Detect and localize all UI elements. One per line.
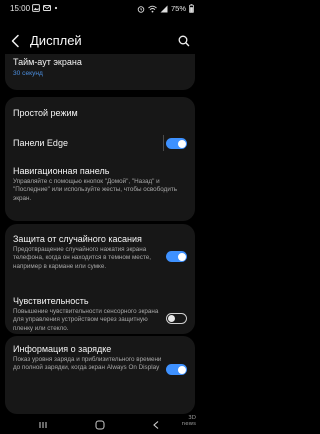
gallery-icon [32, 4, 40, 12]
navigation-bar-title: Навигационная панель [13, 166, 110, 176]
home-icon [95, 420, 105, 430]
navigation-bar-desc: Управляйте с помощью кнопок "Домой", "На… [13, 178, 178, 202]
back-nav-icon [153, 421, 159, 429]
screen-timeout-title: Тайм-аут экрана [13, 57, 82, 67]
status-right: 75% [137, 4, 194, 13]
back-button[interactable] [8, 32, 24, 50]
toggle-knob [177, 139, 186, 148]
accidental-touch-item[interactable]: Защита от случайного касания Предотвраще… [5, 224, 195, 284]
touch-sensitivity-title: Чувствительность [13, 296, 89, 306]
battery-icon [189, 4, 194, 13]
wifi-icon [148, 5, 157, 12]
alarm-icon [137, 5, 145, 13]
charging-info-desc: Показ уровня заряда и приблизительного в… [13, 356, 162, 372]
touch-sensitivity-toggle[interactable] [166, 313, 187, 324]
edge-panels-toggle[interactable] [166, 138, 187, 149]
touch-sensitivity-desc: Повышение чувствительности сенсорного эк… [13, 308, 159, 332]
watermark-line2: news [181, 421, 196, 427]
accidental-touch-desc: Предотвращение случайного нажатия экрана… [13, 246, 152, 270]
page-title: Дисплей [30, 33, 82, 48]
charging-info-item[interactable]: Информация о зарядке Показ уровня заряда… [5, 336, 195, 414]
search-icon [178, 35, 190, 47]
system-nav-bar [0, 414, 200, 434]
screen-timeout-value: 30 секунд [13, 70, 43, 77]
recents-button[interactable] [37, 418, 49, 430]
mail-icon [43, 5, 51, 11]
accidental-touch-toggle[interactable] [166, 251, 187, 262]
screen-timeout-item[interactable]: Тайм-аут экрана 30 секунд [5, 54, 195, 90]
settings-card-timeout: Тайм-аут экрана 30 секунд [5, 54, 195, 90]
watermark: 3D news [182, 415, 196, 427]
navigation-bar-item[interactable]: Навигационная панель Управляйте с помощь… [5, 160, 195, 221]
recents-icon [39, 422, 47, 428]
status-time: 15:00 [10, 4, 31, 13]
charging-info-toggle[interactable] [166, 364, 187, 375]
chevron-left-icon [11, 34, 19, 48]
touch-sensitivity-item[interactable]: Чувствительность Повышение чувствительно… [5, 284, 195, 334]
settings-card-modes: Простой режим Панели Edge Навигационная … [5, 97, 195, 221]
battery-percent: 75% [170, 4, 186, 13]
easy-mode-title: Простой режим [13, 108, 78, 118]
notification-icons [32, 4, 58, 12]
easy-mode-item[interactable]: Простой режим [5, 97, 195, 127]
settings-card-touch: Защита от случайного касания Предотвраще… [5, 224, 195, 334]
divider [163, 135, 164, 151]
edge-panels-title: Панели Edge [13, 138, 68, 148]
app-header: Дисплей [0, 28, 200, 54]
status-bar: 15:00 75% [0, 0, 200, 18]
back-nav-button[interactable] [150, 418, 162, 430]
toggle-knob [177, 252, 186, 261]
toggle-knob [168, 314, 175, 322]
signal-icon [160, 5, 168, 12]
home-button[interactable] [94, 418, 106, 430]
accidental-touch-title: Защита от случайного касания [13, 234, 142, 244]
edge-panels-item[interactable]: Панели Edge [5, 127, 195, 160]
settings-card-charging: Информация о зарядке Показ уровня заряда… [5, 336, 195, 414]
charging-info-title: Информация о зарядке [13, 344, 112, 354]
dot-icon [54, 6, 58, 10]
toggle-knob [177, 365, 186, 374]
search-button[interactable] [176, 32, 192, 50]
